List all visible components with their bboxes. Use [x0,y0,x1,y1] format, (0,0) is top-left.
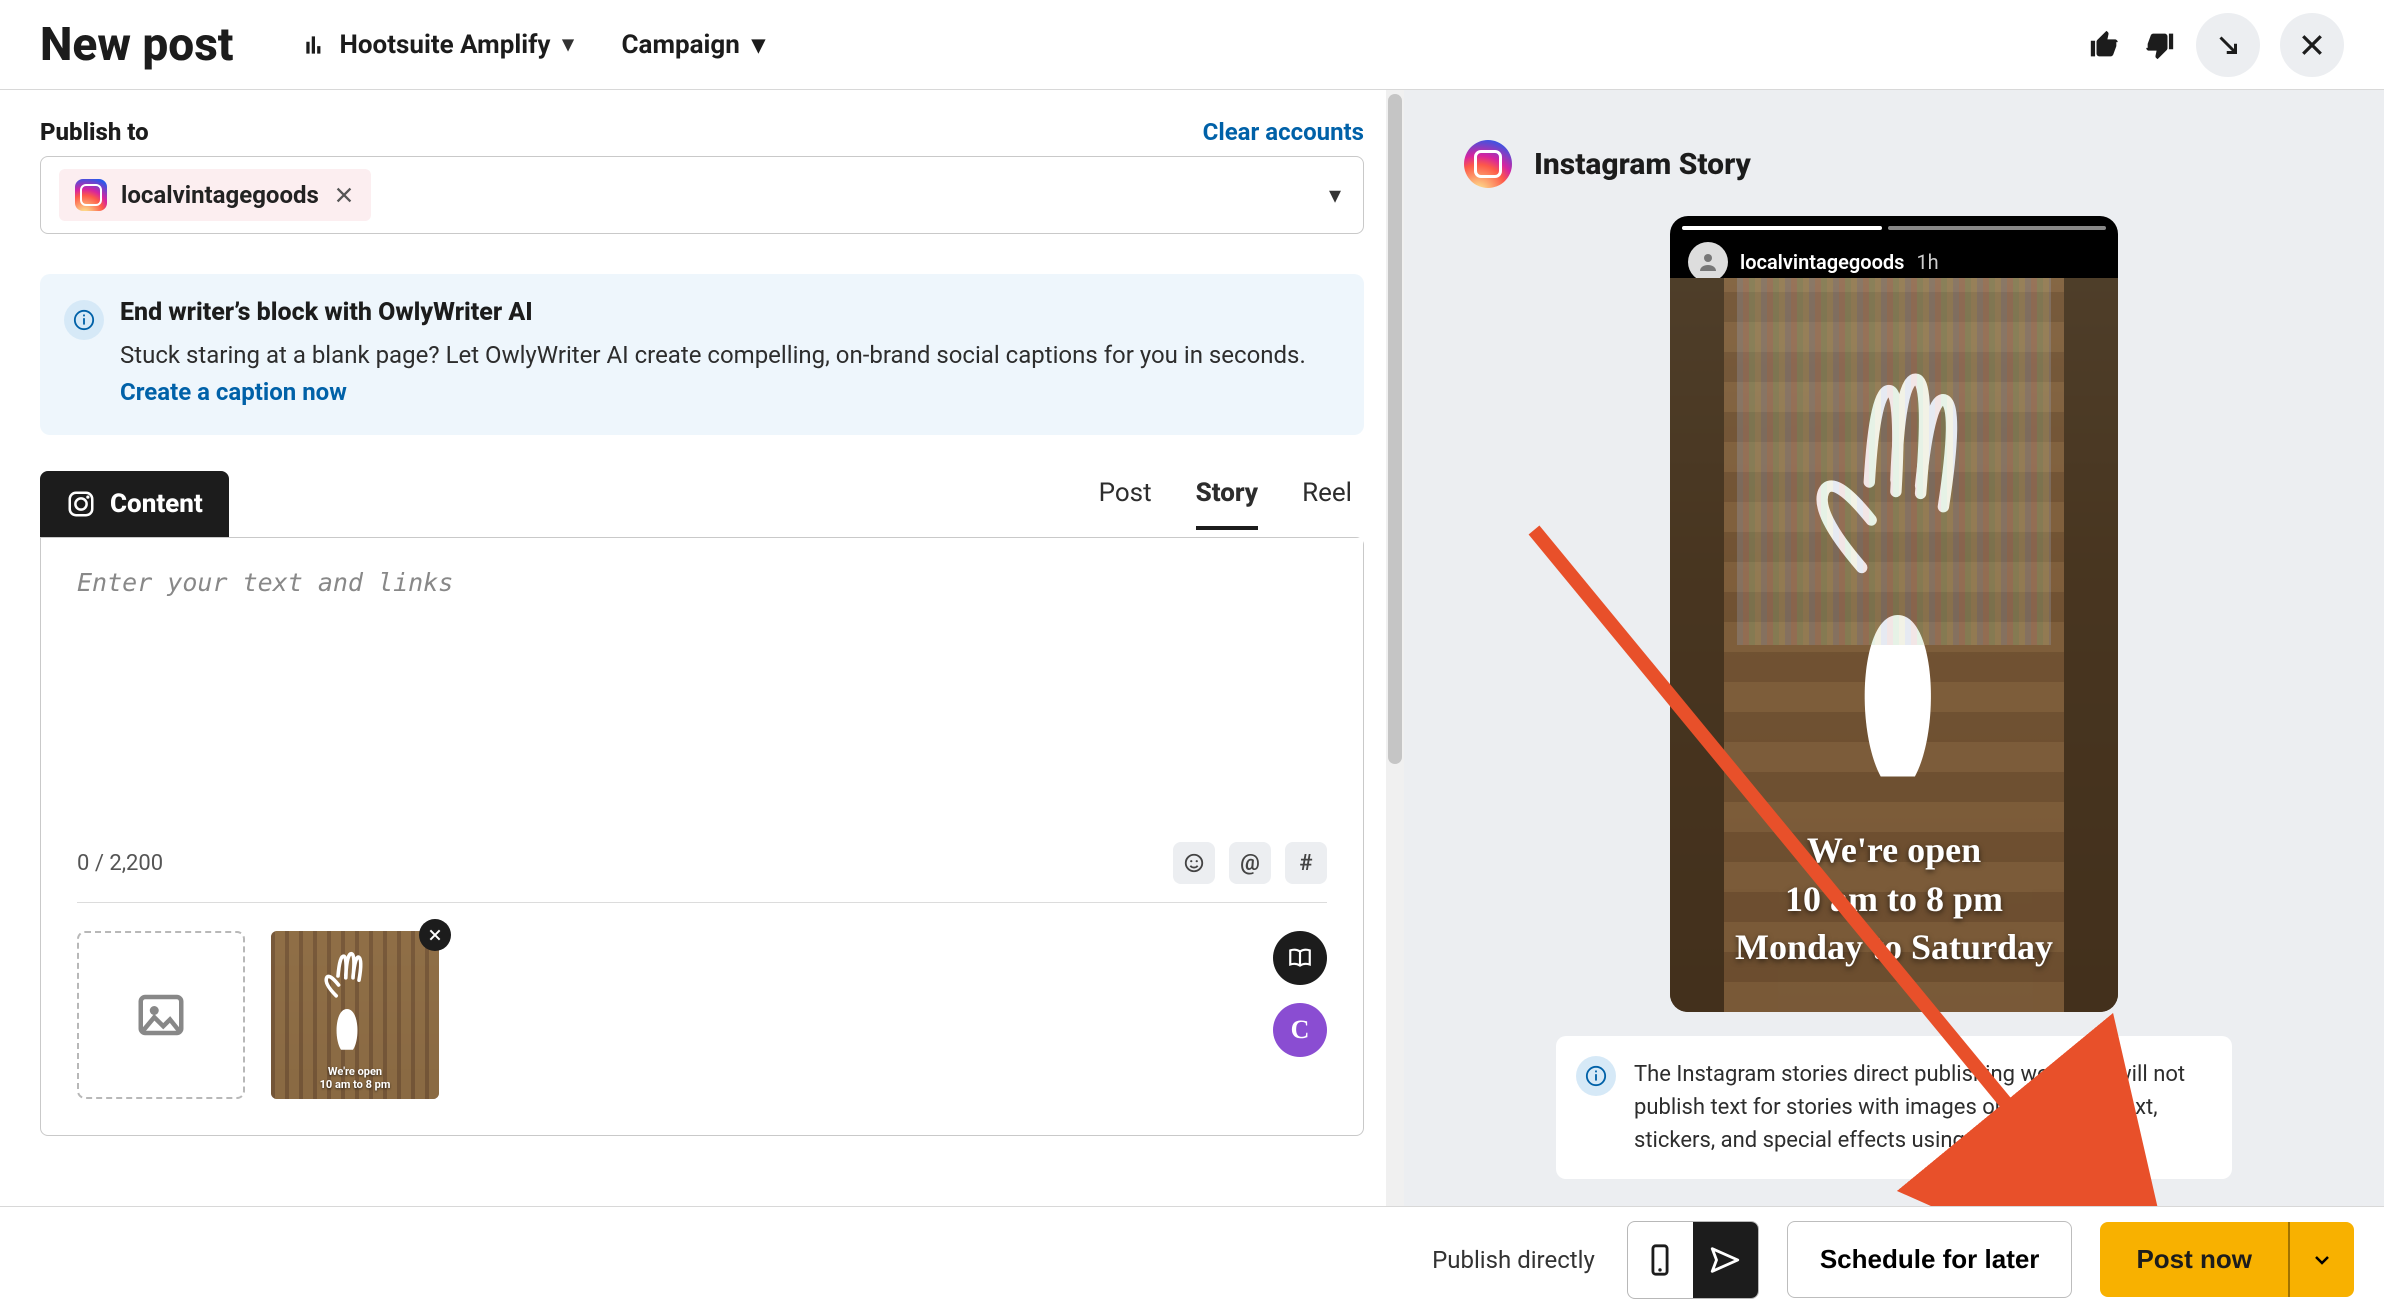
thumbs-up-icon[interactable] [2088,28,2122,62]
story-progress-bars [1682,226,2106,230]
clear-accounts-link[interactable]: Clear accounts [1203,118,1364,146]
create-caption-link[interactable]: Create a caption now [120,378,347,406]
scrollbar-thumb[interactable] [1388,94,1402,764]
schedule-button[interactable]: Schedule for later [1787,1221,2073,1298]
account-chip: localvintagegoods [59,169,371,221]
hashtag-button[interactable]: # [1285,842,1327,884]
preview-line2: 10 am to 8 pm [1735,875,2053,924]
char-counter: 0 / 2,200 [77,851,163,876]
direct-publish-option[interactable] [1693,1222,1758,1298]
amplify-icon [302,32,328,58]
send-icon [1708,1243,1742,1277]
preview-time: 1h [1916,250,1938,274]
book-icon [1287,945,1313,971]
preview-note-text: The Instagram stories direct publishing … [1634,1062,2185,1153]
remove-media-button[interactable] [419,919,451,951]
chevron-down-icon [2310,1248,2334,1272]
canva-button[interactable]: C [1273,1003,1327,1057]
page-title: New post [40,18,234,72]
emoji-button[interactable] [1173,842,1215,884]
publish-mode-toggle [1627,1221,1759,1299]
amplify-label: Hootsuite Amplify [340,30,551,60]
story-preview: localvintagegoods 1h We're open 10 am to… [1670,216,2118,1012]
preview-line1: We're open [1735,826,2053,875]
accounts-select[interactable]: localvintagegoods ▾ [40,156,1364,234]
instagram-icon [1464,140,1512,188]
media-thumbnail[interactable]: We're open 10 am to 8 pm [271,931,439,1099]
account-name: localvintagegoods [121,181,319,209]
image-icon [134,988,188,1042]
close-icon [2297,30,2327,60]
info-icon [64,300,104,340]
minimize-button[interactable] [2196,13,2260,77]
media-library-button[interactable] [1273,931,1327,985]
mention-button[interactable]: @ [1229,842,1271,884]
info-icon [1576,1056,1616,1096]
scrollbar-track[interactable] [1386,90,1404,1206]
mobile-icon [1643,1243,1677,1277]
chevron-down-icon: ▾ [752,30,765,60]
editor-box: 0 / 2,200 @ # [40,537,1364,1136]
hand-illustration-icon [317,948,377,1058]
tab-reel[interactable]: Reel [1302,478,1352,530]
minimize-arrow-icon [2213,30,2243,60]
instagram-icon [75,179,107,211]
preview-note: The Instagram stories direct publishing … [1556,1036,2232,1179]
remove-account-icon[interactable] [333,184,355,206]
thumbs-down-icon[interactable] [2142,28,2176,62]
owlywriter-banner: End writer’s block with OwlyWriter AI St… [40,274,1364,435]
post-now-button[interactable]: Post now [2100,1222,2288,1297]
banner-body: Stuck staring at a blank page? Let OwlyW… [120,337,1336,411]
banner-heading: End writer’s block with OwlyWriter AI [120,298,1336,327]
hand-illustration-icon [1803,366,1993,826]
avatar-icon [1688,242,1728,282]
chevron-down-icon: ▾ [562,32,573,57]
content-label: Content [110,489,203,519]
campaign-dropdown[interactable]: Campaign ▾ [622,30,765,60]
caption-input[interactable] [41,538,1363,828]
thumb-caption: We're open 10 am to 8 pm [320,1065,391,1099]
publish-directly-label: Publish directly [1432,1246,1595,1274]
content-tab[interactable]: Content [40,471,229,537]
publish-to-label: Publish to [40,118,149,146]
chevron-down-icon: ▾ [1329,181,1341,209]
tab-post[interactable]: Post [1099,478,1152,530]
amplify-dropdown[interactable]: Hootsuite Amplify ▾ [284,20,592,70]
post-now-dropdown[interactable] [2288,1222,2354,1297]
preview-title: Instagram Story [1534,147,1751,182]
instagram-outline-icon [66,489,96,519]
preview-line3: Monday to Saturday [1735,923,2053,972]
campaign-label: Campaign [622,30,740,60]
preview-username: localvintagegoods [1740,250,1904,274]
tab-story[interactable]: Story [1196,478,1259,530]
close-button[interactable] [2280,13,2344,77]
mobile-notify-option[interactable] [1628,1222,1693,1298]
emoji-icon [1183,852,1205,874]
add-media-button[interactable] [77,931,245,1099]
